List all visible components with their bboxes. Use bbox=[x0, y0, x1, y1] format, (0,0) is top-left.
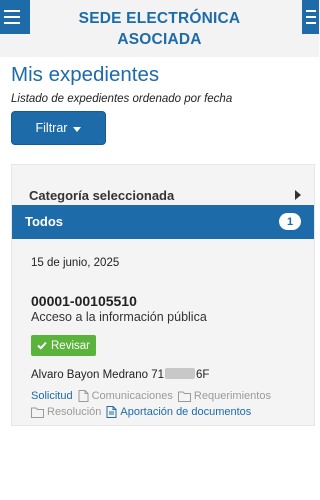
caret-right-icon bbox=[295, 190, 301, 200]
document-links-row-1: Solicitud Comunicaciones Requerimientos bbox=[31, 390, 271, 402]
link-requerimientos: Requerimientos bbox=[177, 390, 271, 402]
hamburger-menu-icon-bar bbox=[4, 16, 20, 18]
expediente-date: 15 de junio, 2025 bbox=[31, 257, 120, 269]
site-title-line2: ASOCIADA bbox=[117, 31, 202, 48]
document-icon bbox=[78, 390, 89, 402]
folder-icon bbox=[177, 391, 191, 402]
caret-down-icon bbox=[73, 126, 82, 132]
expediente-type: Acceso a la información pública bbox=[31, 310, 207, 324]
page-subtitle: Listado de expedientes ordenado por fech… bbox=[11, 93, 233, 105]
expediente-number[interactable]: 00001-00105510 bbox=[31, 293, 137, 309]
link-requerimientos-label: Requerimientos bbox=[193, 390, 271, 402]
hamburger-menu-icon bbox=[306, 10, 316, 12]
holder-id-suffix: 6F bbox=[195, 369, 210, 381]
link-solicitud-label: Solicitud bbox=[31, 390, 73, 402]
category-todos[interactable]: Todos 1 bbox=[12, 205, 314, 239]
link-aportacion-label: Aportación de documentos bbox=[120, 406, 252, 418]
check-icon bbox=[37, 341, 47, 350]
category-todos-label: Todos bbox=[25, 214, 64, 229]
filter-button[interactable]: Filtrar bbox=[11, 111, 106, 145]
document-icon bbox=[106, 406, 117, 418]
site-title: SEDE ELECTRÓNICA ASOCIADA bbox=[40, 8, 279, 50]
holder-name: Alvaro Bayon Medrano bbox=[31, 369, 148, 381]
holder-info: Alvaro Bayon Medrano 71 6F bbox=[31, 368, 209, 381]
link-resolucion-label: Resolución bbox=[47, 406, 102, 418]
category-header[interactable]: Categoría seleccionada bbox=[12, 165, 314, 205]
folder-icon bbox=[31, 407, 44, 418]
hamburger-menu-button[interactable] bbox=[0, 0, 30, 34]
link-resolucion: Resolución bbox=[31, 406, 101, 418]
hamburger-menu-icon-bar bbox=[306, 16, 316, 18]
link-comunicaciones-label: Comunicaciones bbox=[91, 390, 173, 402]
link-comunicaciones: Comunicaciones bbox=[78, 390, 173, 402]
status-badge: Revisar bbox=[31, 335, 96, 356]
redacted-id bbox=[164, 368, 195, 379]
site-title-line1: SEDE ELECTRÓNICA bbox=[78, 10, 241, 27]
hamburger-menu-icon bbox=[4, 10, 20, 12]
link-aportacion-documentos[interactable]: Aportación de documentos bbox=[106, 406, 251, 418]
right-menu-button[interactable] bbox=[302, 0, 319, 34]
category-title: Categoría seleccionada bbox=[29, 188, 175, 203]
hamburger-menu-icon-bar bbox=[306, 22, 316, 24]
status-badge-label: Revisar bbox=[51, 339, 90, 352]
count-badge: 1 bbox=[279, 213, 301, 230]
hamburger-menu-icon-bar bbox=[4, 22, 20, 24]
expedientes-panel: Categoría seleccionada Todos 1 15 de jun… bbox=[11, 164, 315, 426]
link-solicitud[interactable]: Solicitud bbox=[31, 390, 73, 402]
holder-id-prefix: 71 bbox=[151, 369, 164, 381]
document-links-row-2: Resolución Aportación de documentos bbox=[31, 406, 251, 418]
filter-button-label: Filtrar bbox=[35, 121, 68, 135]
page-title: Mis expedientes bbox=[11, 63, 160, 86]
app-header: SEDE ELECTRÓNICA ASOCIADA bbox=[0, 0, 319, 57]
